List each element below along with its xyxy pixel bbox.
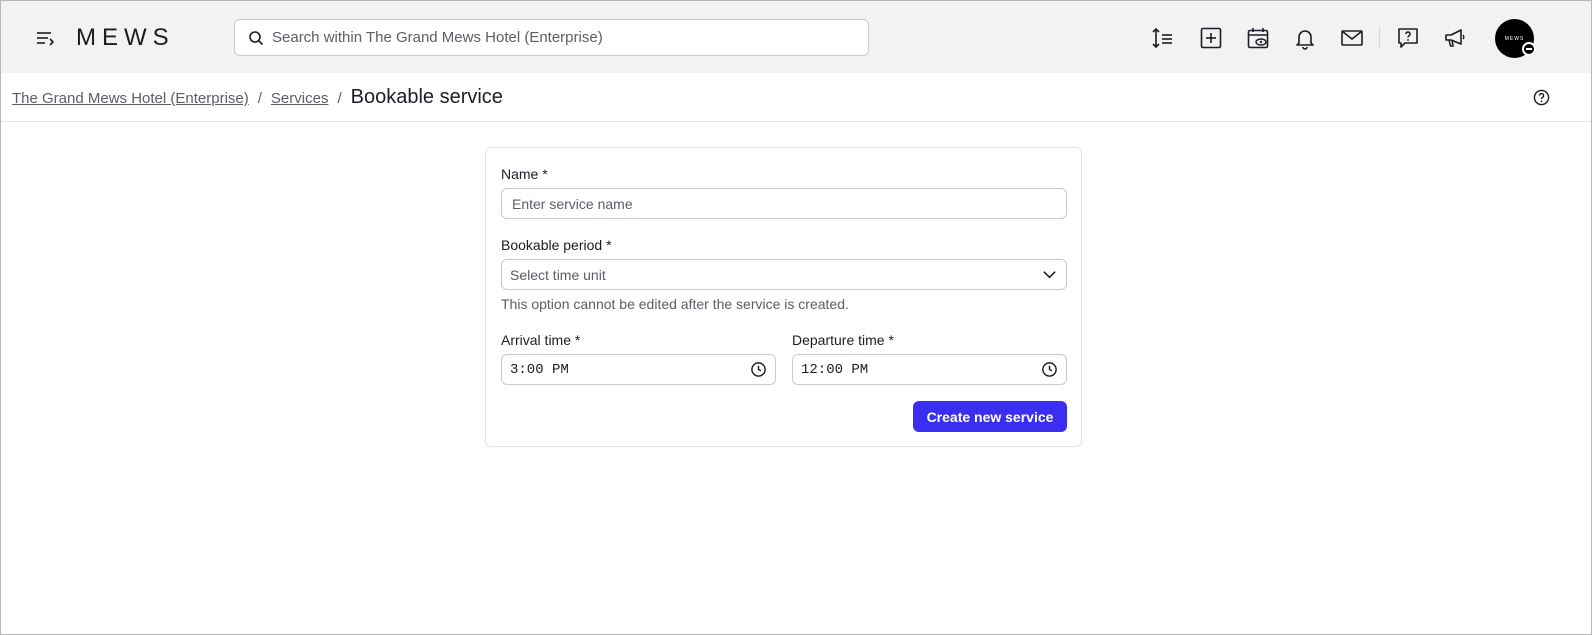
bell-icon[interactable]: [1293, 26, 1317, 50]
breadcrumb-hotel-link[interactable]: The Grand Mews Hotel (Enterprise): [12, 90, 249, 107]
bookable-period-label: Bookable period *: [501, 237, 612, 253]
bookable-period-hint: This option cannot be edited after the s…: [501, 296, 849, 312]
top-bar: MEWS Search within The Grand Mews Hotel …: [1, 1, 1591, 73]
departure-time-field[interactable]: 12:00 PM: [792, 354, 1067, 385]
bookable-period-placeholder: Select time unit: [510, 266, 606, 283]
breadcrumb-separator: /: [337, 90, 342, 107]
calendar-view-icon[interactable]: [1246, 26, 1270, 50]
service-name-input[interactable]: [510, 194, 1066, 213]
app-window: MEWS Search within The Grand Mews Hotel …: [0, 0, 1592, 635]
clock-icon[interactable]: [1041, 361, 1058, 378]
breadcrumb-separator: /: [257, 90, 262, 107]
megaphone-icon[interactable]: [1443, 26, 1467, 50]
mews-logo[interactable]: MEWS: [76, 24, 175, 52]
arrival-time-label: Arrival time *: [501, 332, 581, 348]
page-title: Bookable service: [350, 86, 503, 108]
help-icon[interactable]: [1533, 89, 1550, 106]
toolbar-divider: [1379, 27, 1380, 49]
create-service-button[interactable]: Create new service: [913, 401, 1067, 432]
search-input[interactable]: [270, 28, 868, 47]
arrival-time-field[interactable]: 3:00 PM: [501, 354, 776, 385]
sort-icon[interactable]: [1151, 26, 1175, 50]
service-form-card: Name * Bookable period * Select time uni…: [485, 147, 1082, 447]
departure-time-label: Departure time *: [792, 332, 894, 348]
bookable-period-select[interactable]: Select time unit: [501, 259, 1067, 290]
mail-icon[interactable]: [1340, 26, 1364, 50]
help-chat-icon[interactable]: [1396, 26, 1420, 50]
name-label: Name *: [501, 166, 548, 182]
add-icon[interactable]: [1199, 26, 1223, 50]
global-search[interactable]: [234, 19, 869, 56]
arrival-time-value: 3:00 PM: [510, 361, 569, 378]
clock-icon[interactable]: [750, 361, 767, 378]
avatar-text: MEWS: [1504, 35, 1525, 42]
breadcrumb: The Grand Mews Hotel (Enterprise) / Serv…: [12, 86, 503, 109]
breadcrumb-bar: The Grand Mews Hotel (Enterprise) / Serv…: [1, 73, 1591, 122]
breadcrumb-services-link[interactable]: Services: [271, 90, 329, 107]
status-badge: [1522, 42, 1536, 56]
departure-time-value: 12:00 PM: [801, 361, 869, 378]
chevron-down-icon: [1043, 271, 1056, 279]
menu-icon[interactable]: [34, 28, 56, 48]
search-icon: [249, 30, 264, 45]
name-field[interactable]: [501, 188, 1067, 219]
